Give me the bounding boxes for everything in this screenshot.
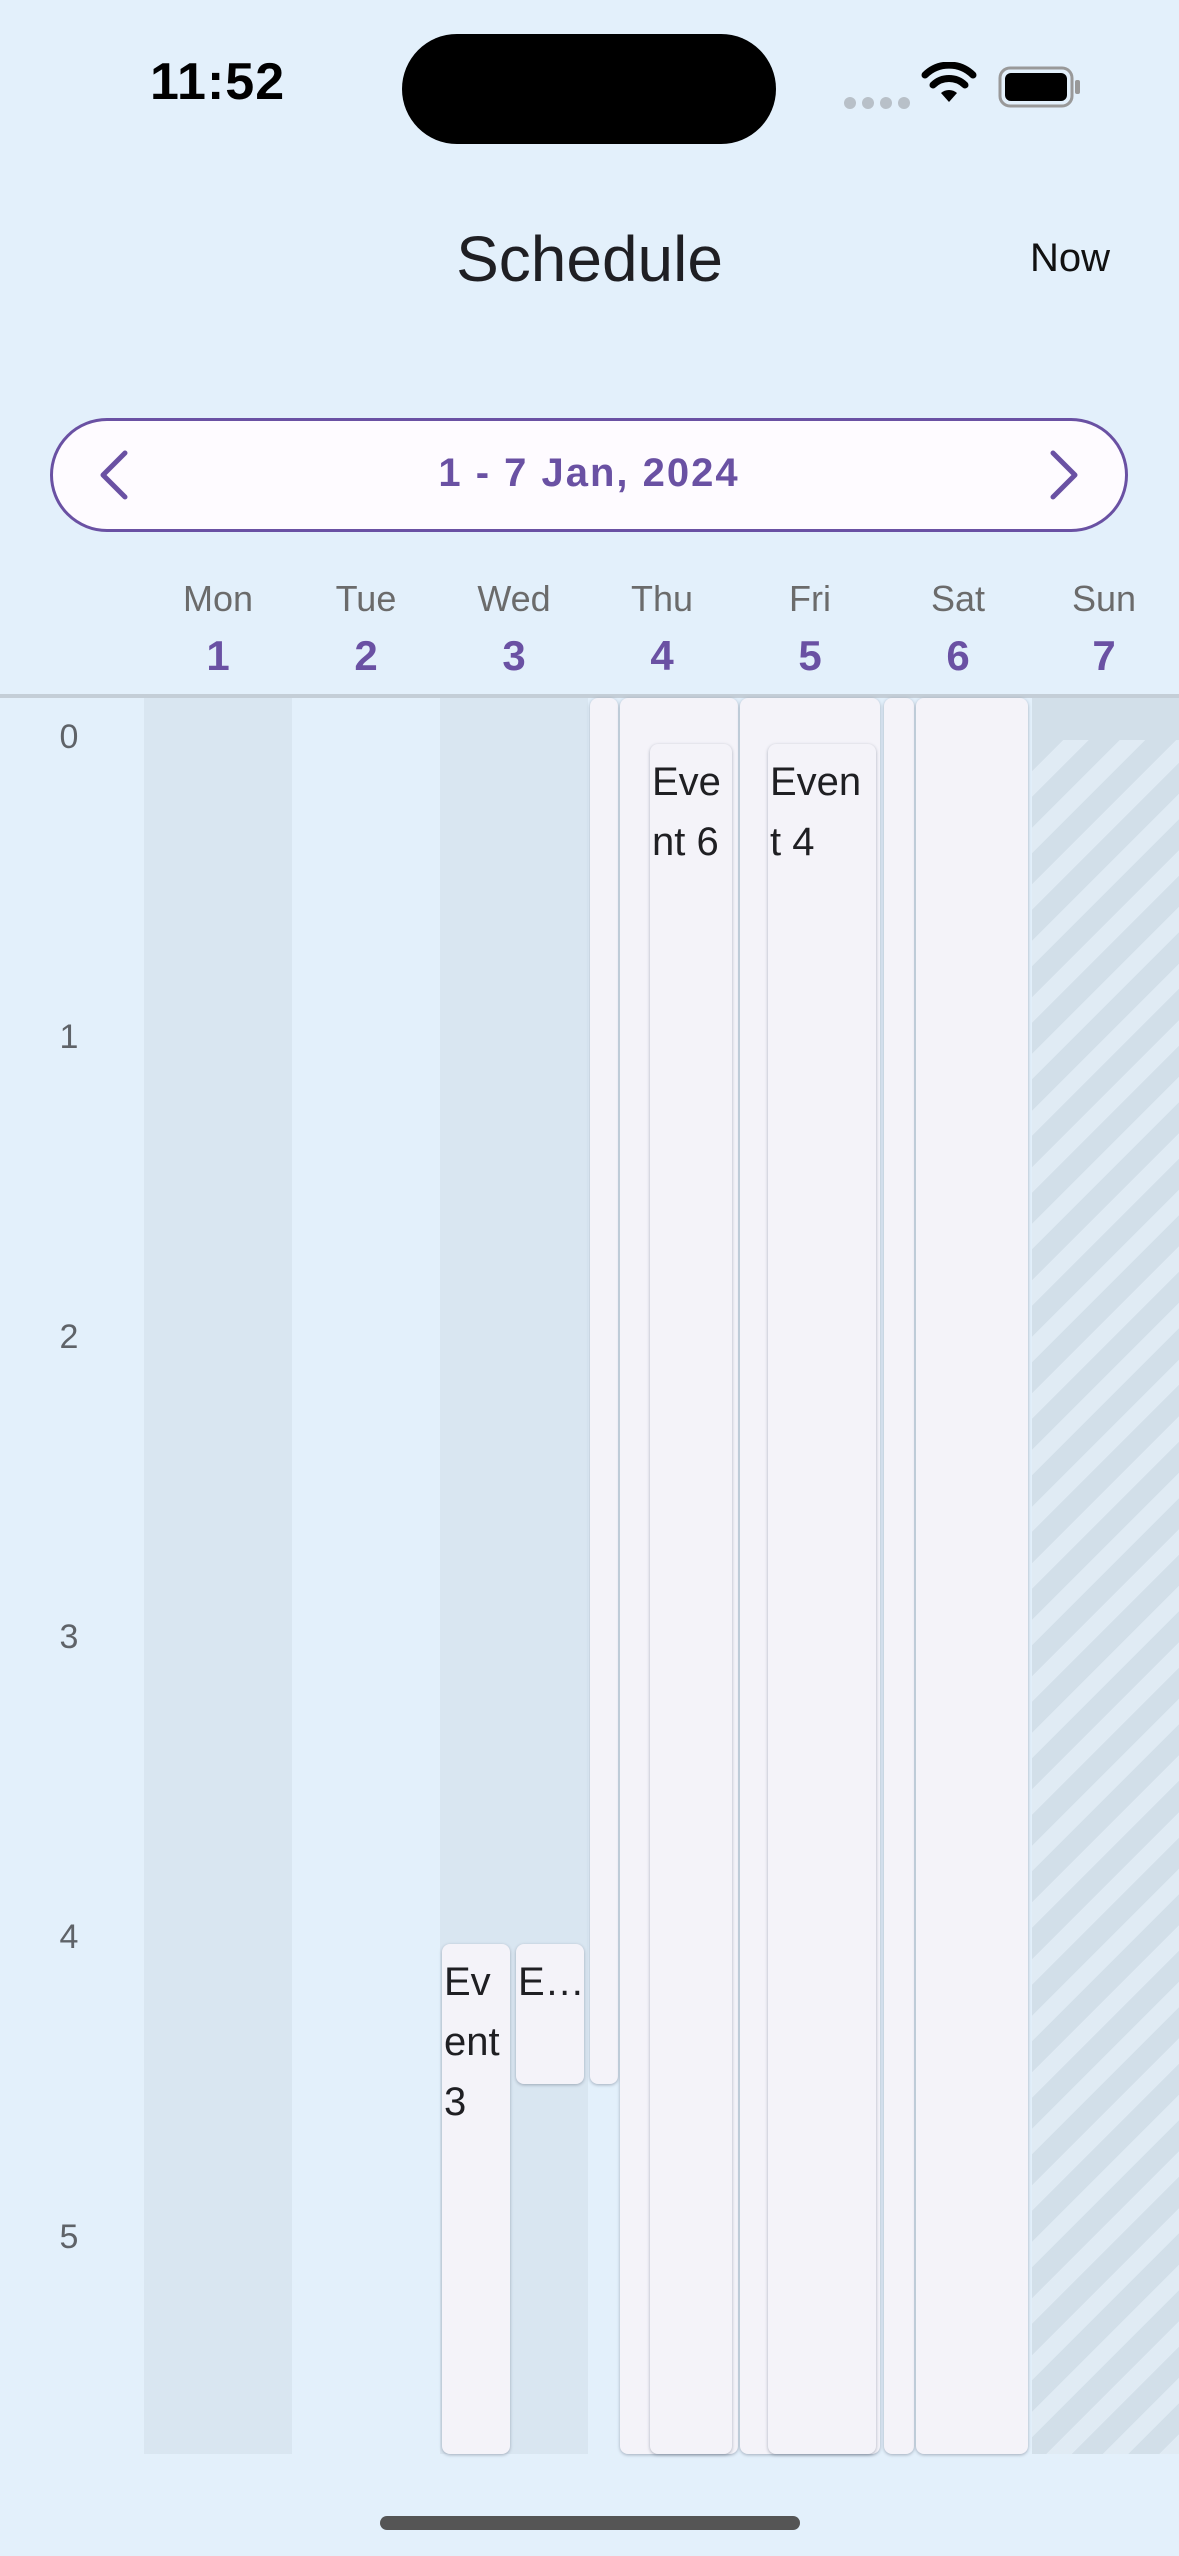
hour-label: 5: [59, 2218, 79, 2256]
event-block[interactable]: [590, 698, 618, 2084]
page-title: Schedule: [456, 223, 723, 295]
day-header-mon[interactable]: Mon 1: [144, 578, 292, 680]
day-number: 1: [206, 632, 230, 679]
wifi-icon: [920, 61, 978, 111]
day-header-thu[interactable]: Thu 4: [588, 578, 736, 680]
day-name: Tue: [335, 578, 397, 619]
next-week-button[interactable]: [1031, 445, 1091, 505]
day-column-sun-header-band: [1032, 698, 1179, 740]
day-name: Sat: [930, 578, 986, 619]
day-header-sat[interactable]: Sat 6: [884, 578, 1032, 680]
day-name: Fri: [789, 578, 831, 619]
home-indicator[interactable]: [380, 2516, 800, 2530]
dynamic-island: [402, 34, 776, 144]
day-header-tue[interactable]: Tue 2: [292, 578, 440, 680]
hour-label: 3: [59, 1618, 79, 1656]
event-block[interactable]: [916, 698, 1028, 2454]
day-name: Thu: [630, 578, 694, 619]
hour-label: 2: [59, 1318, 79, 1356]
day-header-fri[interactable]: Fri 5: [736, 578, 884, 680]
day-number: 2: [354, 632, 378, 679]
day-name: Wed: [477, 578, 551, 619]
hour-label: 0: [59, 718, 79, 756]
day-column-mon[interactable]: [144, 698, 292, 2454]
day-name: Sun: [1071, 578, 1137, 619]
event-6[interactable]: Eve nt 6: [650, 744, 732, 2454]
day-header-sun[interactable]: Sun 7: [1030, 578, 1178, 680]
event-truncated[interactable]: E…: [516, 1944, 584, 2084]
day-number: 4: [650, 632, 674, 679]
date-range-navigator: 1 - 7 Jan, 2024: [50, 418, 1128, 532]
day-header-wed[interactable]: Wed 3: [440, 578, 588, 680]
event-4[interactable]: Even t 4: [768, 744, 876, 2454]
hour-label: 1: [59, 1018, 79, 1056]
day-number: 5: [798, 632, 822, 679]
battery-icon: [998, 66, 1082, 113]
date-range-label[interactable]: 1 - 7 Jan, 2024: [53, 451, 1125, 496]
now-button[interactable]: Now: [1030, 236, 1110, 281]
day-column-sun-disabled: [1032, 740, 1179, 2454]
event-block[interactable]: [884, 698, 914, 2454]
status-time: 11:52: [150, 53, 286, 111]
day-name: Mon: [182, 578, 254, 619]
day-number: 7: [1092, 632, 1116, 679]
day-number: 6: [946, 632, 970, 679]
chevron-right-icon: [1050, 450, 1078, 500]
hour-label: 4: [59, 1918, 79, 1956]
day-number: 3: [502, 632, 526, 679]
event-3[interactable]: Ev ent 3: [442, 1944, 510, 2454]
cellular-signal-icon: [844, 96, 916, 114]
